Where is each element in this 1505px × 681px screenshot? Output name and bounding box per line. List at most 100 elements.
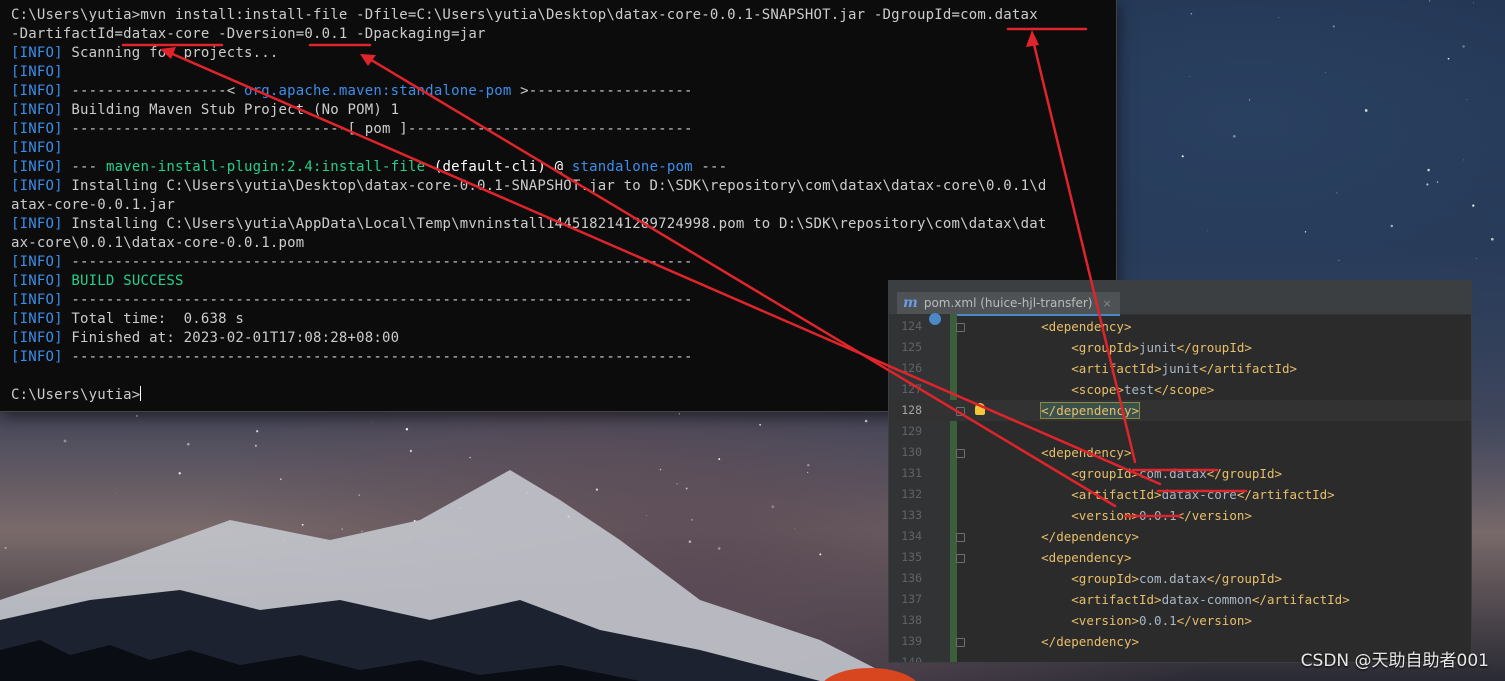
line-text: --- — [62, 159, 106, 175]
code-text: <scope>test</scope> — [996, 379, 1214, 400]
code-text: </dependency> — [996, 526, 1139, 547]
xml-value: 0.0.1 — [1139, 613, 1177, 628]
line-number[interactable]: 139 — [889, 631, 922, 652]
code-line[interactable]: 127 <scope>test</scope> — [889, 379, 1471, 400]
editor-tab-bar: m pom.xml (huice-hjl-transfer) × — [889, 281, 1471, 316]
code-text: <groupId>com.datax</groupId> — [996, 463, 1282, 484]
line-text: (default-cli) @ — [425, 159, 572, 175]
code-line[interactable]: 128 </dependency> — [889, 400, 1471, 421]
line-text: --------------------------------[ pom ]-… — [62, 121, 693, 137]
xml-open-tag: </dependency> — [1041, 634, 1139, 649]
code-line[interactable]: 137 <artifactId>datax-common</artifactId… — [889, 589, 1471, 610]
xml-close-tag: </artifactId> — [1251, 592, 1350, 607]
code-line[interactable]: 129 — [889, 421, 1471, 442]
star — [254, 444, 257, 447]
ide-editor-window[interactable]: m pom.xml (huice-hjl-transfer) × 124 <de… — [888, 280, 1472, 663]
star — [690, 518, 693, 521]
star — [1472, 204, 1475, 207]
fold-marker-icon[interactable] — [956, 323, 965, 332]
star — [718, 458, 721, 461]
code-text: <version>0.0.1</version> — [996, 505, 1252, 526]
star — [1190, 12, 1193, 15]
info-tag: [INFO] — [11, 64, 63, 80]
star — [341, 528, 343, 530]
star — [1207, 230, 1209, 232]
xml-open-tag: <artifactId> — [1071, 487, 1162, 502]
code-line[interactable]: 131 <groupId>com.datax</groupId> — [889, 463, 1471, 484]
fold-marker-icon[interactable] — [956, 638, 965, 647]
xml-open-tag: <dependency> — [1041, 445, 1132, 460]
lightbulb-icon[interactable] — [975, 403, 985, 415]
line-number[interactable]: 136 — [889, 568, 922, 589]
code-text: <groupId>com.datax</groupId> — [996, 568, 1282, 589]
star — [1332, 25, 1335, 28]
star — [595, 488, 599, 491]
fold-marker-icon[interactable] — [956, 533, 965, 542]
line-text: Total time: 0.638 s — [62, 311, 244, 327]
xml-close-tag: </groupId> — [1206, 571, 1282, 586]
xml-value: datax-common — [1161, 592, 1252, 607]
line-number[interactable]: 130 — [889, 442, 922, 463]
fold-marker-icon[interactable] — [956, 449, 965, 458]
line-number[interactable]: 131 — [889, 463, 922, 484]
code-line[interactable]: 134 </dependency> — [889, 526, 1471, 547]
xml-value: com.datax — [1139, 571, 1207, 586]
line-number[interactable]: 128 — [889, 400, 922, 421]
code-line[interactable]: 126 <artifactId>junit</artifactId> — [889, 358, 1471, 379]
info-tag: [INFO] — [11, 273, 63, 289]
line-number[interactable]: 127 — [889, 379, 922, 400]
line-number[interactable]: 132 — [889, 484, 922, 505]
info-tag: [INFO] — [11, 83, 63, 99]
line-number[interactable]: 125 — [889, 337, 922, 358]
line-text: ax-core\0.0.1\datax-core-0.0.1.pom — [11, 235, 305, 251]
line-number[interactable]: 140 — [889, 652, 922, 662]
xml-value: com.datax — [1139, 466, 1207, 481]
star — [371, 422, 373, 423]
code-line[interactable]: 130 <dependency> — [889, 442, 1471, 463]
xml-close-tag: </artifactId> — [1199, 361, 1298, 376]
info-tag: [INFO] — [11, 216, 63, 232]
star — [115, 493, 117, 494]
star — [794, 527, 796, 529]
code-line[interactable]: 135 <dependency> — [889, 547, 1471, 568]
star — [187, 442, 190, 446]
line-number[interactable]: 126 — [889, 358, 922, 379]
star — [301, 523, 304, 526]
line-number[interactable]: 124 — [889, 316, 922, 337]
info-tag: [INFO] — [11, 159, 63, 175]
code-area[interactable]: 124 <dependency> 125 <groupId>junit</grou… — [889, 313, 1471, 662]
line-text: Scanning for projects... — [62, 45, 279, 61]
code-line[interactable]: 124 <dependency> — [889, 313, 1471, 337]
prompt-text: C:\Users\yutia> — [11, 387, 141, 403]
code-line[interactable]: 136 <groupId>com.datax</groupId> — [889, 568, 1471, 589]
fold-marker-icon[interactable] — [956, 554, 965, 563]
line-number[interactable]: 133 — [889, 505, 922, 526]
code-line[interactable]: 133 <version>0.0.1</version> — [889, 505, 1471, 526]
star — [1429, 0, 1431, 2]
code-line[interactable]: 125 <groupId>junit</groupId> — [889, 337, 1471, 358]
code-line[interactable]: 132 <artifactId>datax-core</artifactId> — [889, 484, 1471, 505]
tab-pom-xml[interactable]: m pom.xml (huice-hjl-transfer) × — [897, 292, 1120, 316]
line-number[interactable]: 134 — [889, 526, 922, 547]
star — [1304, 231, 1307, 233]
close-tab-icon[interactable]: × — [1102, 297, 1111, 310]
line-number[interactable]: 135 — [889, 547, 922, 568]
line-number[interactable]: 137 — [889, 589, 922, 610]
xml-close-tag: </scope> — [1154, 382, 1215, 397]
line-number[interactable]: 129 — [889, 421, 922, 442]
xml-close-tag: </version> — [1176, 508, 1252, 523]
gutter-marker-icon[interactable] — [929, 313, 941, 325]
maven-file-icon: m — [903, 295, 918, 311]
fold-marker-icon[interactable] — [956, 407, 965, 416]
terminal-line: [INFO] --------------------------------[… — [11, 120, 1046, 139]
line-number[interactable]: 138 — [889, 610, 922, 631]
info-tag: [INFO] — [11, 292, 63, 308]
code-line[interactable]: 138 <version>0.0.1</version> — [889, 610, 1471, 631]
